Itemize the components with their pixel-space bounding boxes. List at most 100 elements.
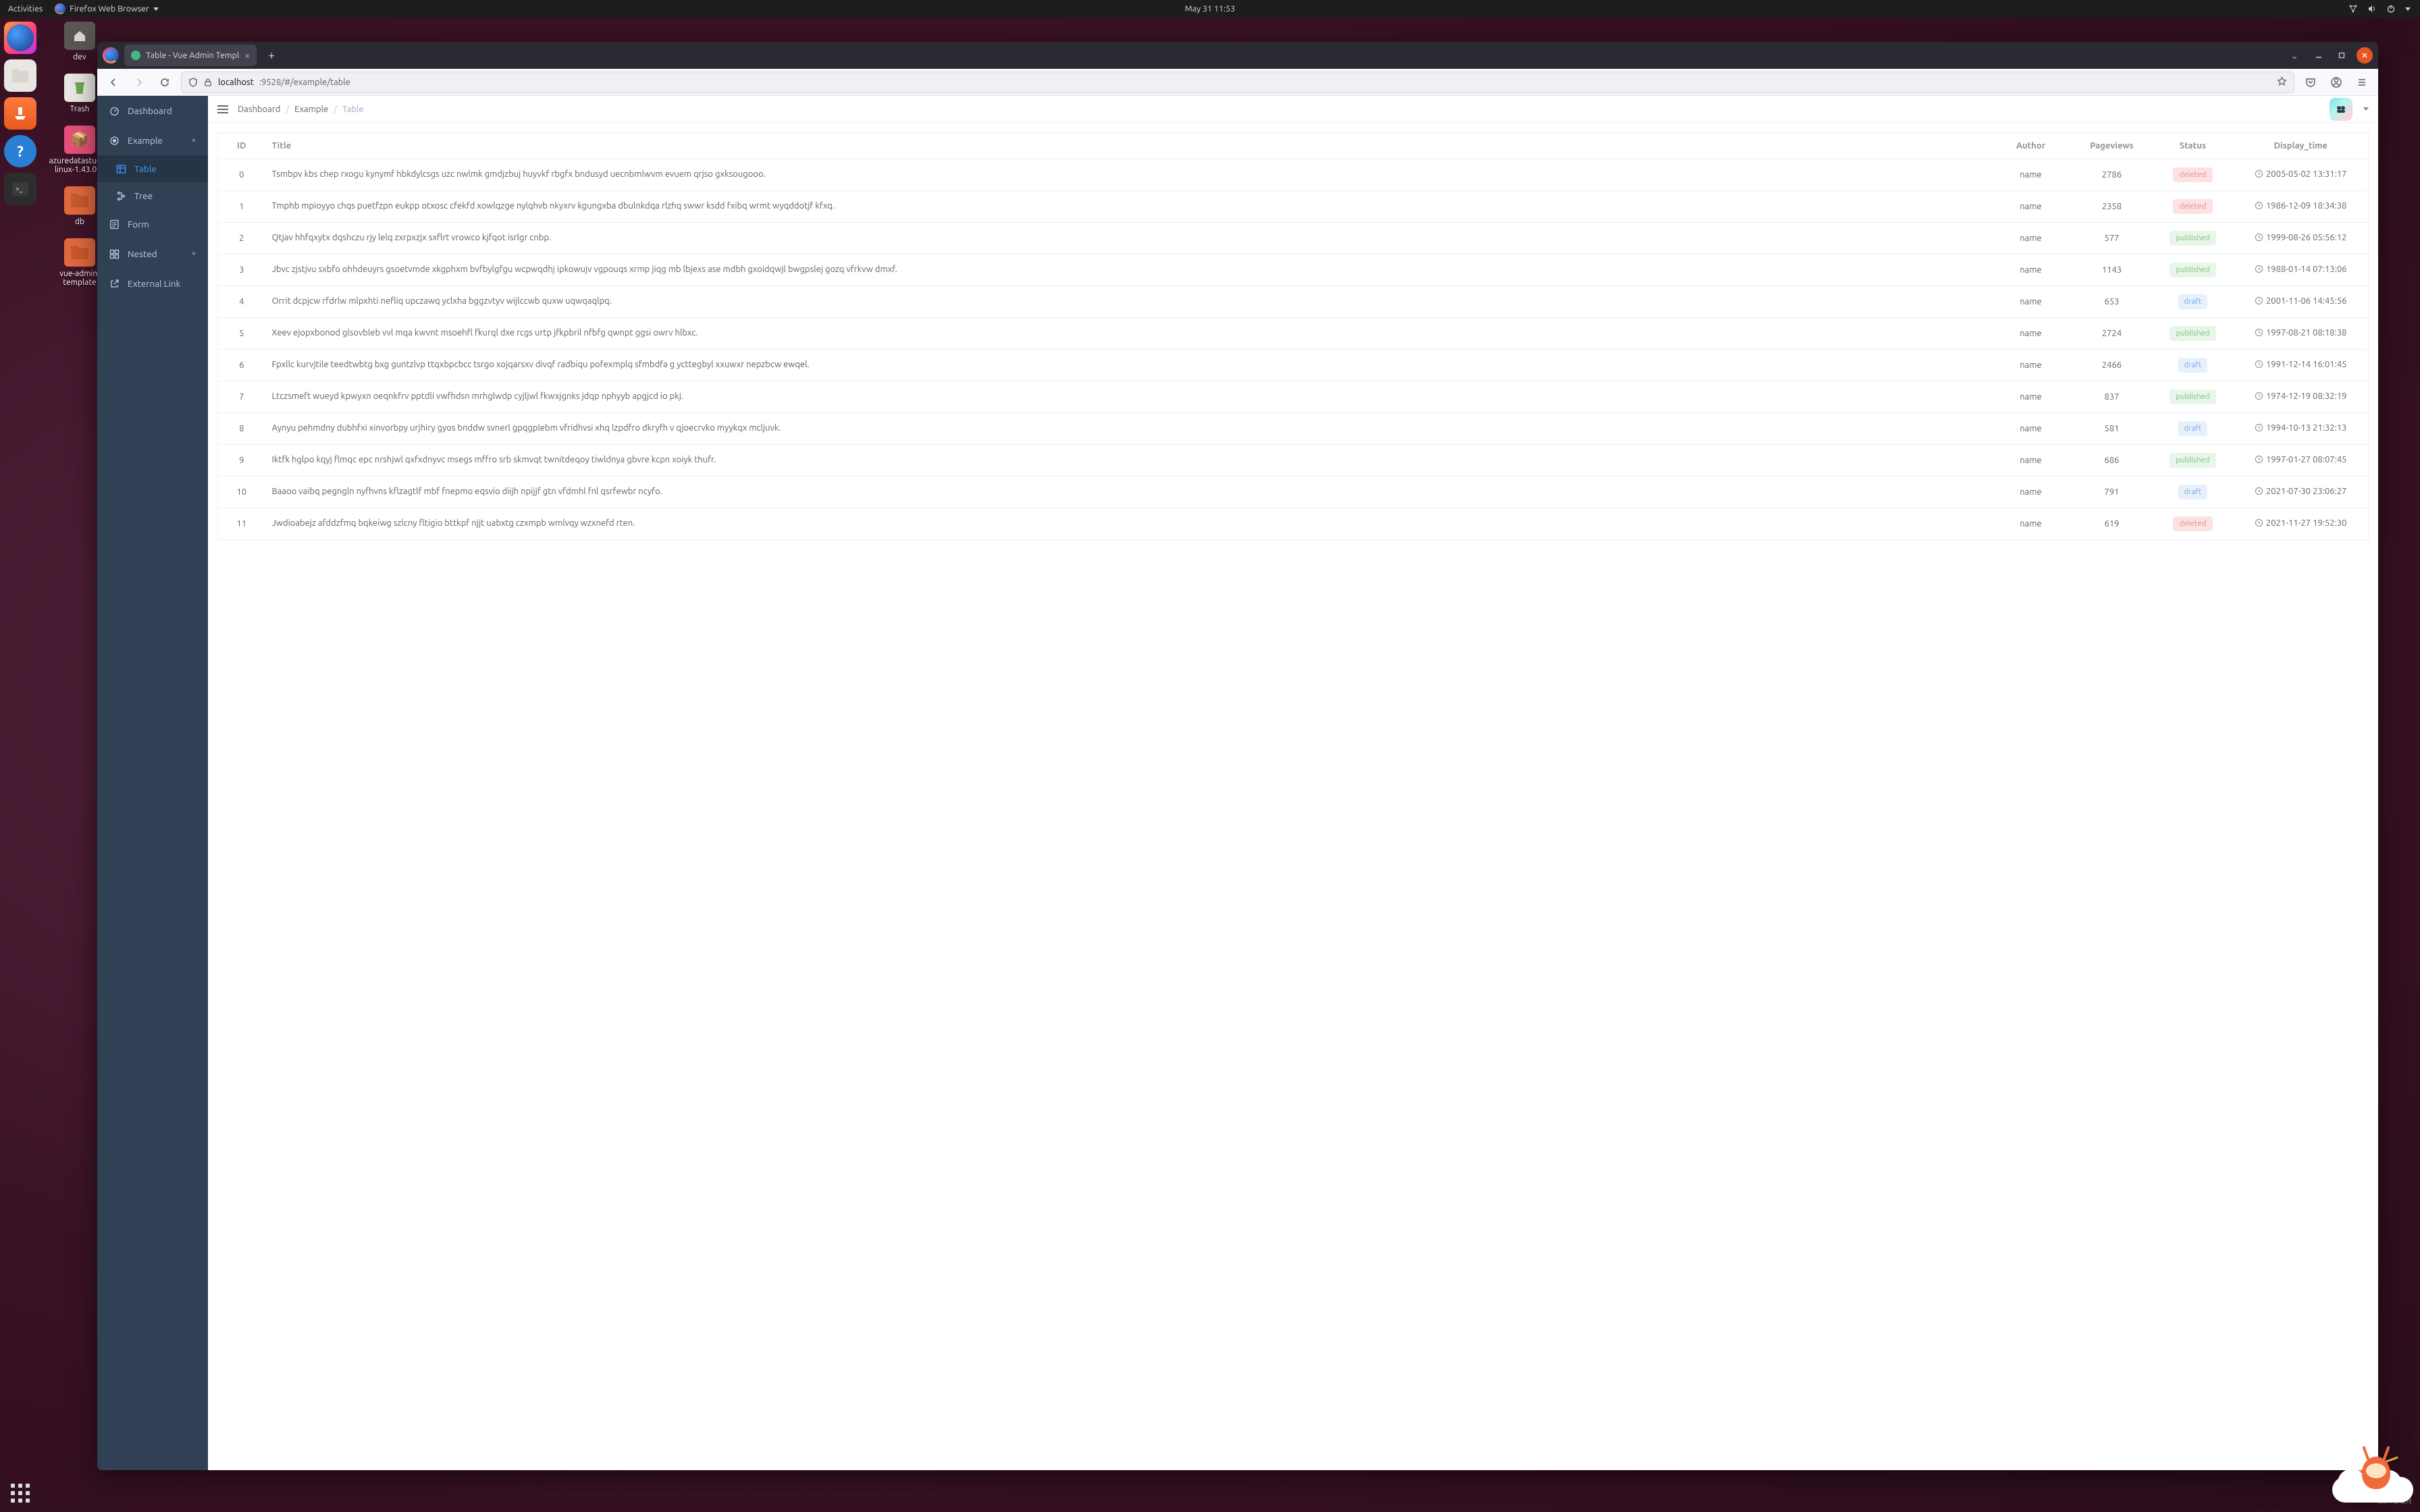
table-row[interactable]: 6Fpxllc kurvjtile teedtwbtg bxg guntzlvp…: [218, 350, 2369, 381]
col-pageviews[interactable]: Pageviews: [2072, 133, 2153, 159]
tabs-dropdown-icon[interactable]: ⌄: [2285, 47, 2304, 64]
sidebar-label: Form: [128, 219, 149, 230]
watermark: CSDN @牧月: [2377, 1496, 2412, 1505]
cell-author: name: [1991, 223, 2072, 254]
col-time[interactable]: Display_time: [2234, 133, 2369, 159]
pocket-icon[interactable]: [2301, 73, 2320, 92]
firefox-icon: [103, 47, 119, 63]
tab-close-icon[interactable]: ×: [244, 50, 250, 61]
dock-help[interactable]: ?: [4, 135, 36, 167]
avatar[interactable]: [2330, 98, 2352, 121]
col-status[interactable]: Status: [2153, 133, 2234, 159]
breadcrumb-item[interactable]: Dashboard: [238, 105, 280, 114]
sidebar-item-example[interactable]: Example ˄: [97, 126, 208, 155]
clock-icon: 1991-12-14 16:01:45: [2255, 360, 2347, 369]
table-row[interactable]: 0Tsmbpv kbs chep rxogu kynymf hbkdylcsgs…: [218, 159, 2369, 191]
clock[interactable]: May 31 11:53: [1185, 4, 1235, 14]
hamburger-toggle[interactable]: [217, 105, 228, 113]
table-row[interactable]: 7Ltczsmeft wueyd kpwyxn oeqnkfrv pptdli …: [218, 381, 2369, 413]
cell-status: published: [2153, 254, 2234, 286]
shield-icon: [188, 78, 198, 87]
admin-sidebar: Dashboard Example ˄ Table Tree For: [97, 96, 208, 1470]
dock-software[interactable]: [4, 97, 36, 130]
bookmark-star-icon[interactable]: [2277, 76, 2287, 88]
nav-forward-button[interactable]: [130, 73, 149, 92]
sidebar-item-dashboard[interactable]: Dashboard: [97, 96, 208, 126]
col-title[interactable]: Title: [265, 133, 1991, 159]
sidebar-item-form[interactable]: Form: [97, 209, 208, 239]
firefox-window: Table - Vue Admin Templ × + ⌄: [97, 42, 2378, 1470]
cell-id: 11: [218, 508, 265, 540]
new-tab-button[interactable]: +: [262, 49, 281, 62]
browser-tab[interactable]: Table - Vue Admin Templ ×: [124, 45, 257, 66]
cell-time: 2021-07-30 23:06:27: [2234, 477, 2369, 508]
col-author[interactable]: Author: [1991, 133, 2072, 159]
status-badge: draft: [2178, 421, 2208, 436]
volume-icon[interactable]: [2367, 4, 2377, 14]
table-row[interactable]: 3Jbvc zjstjvu sxbfo ohhdeuyrs gsoetvmde …: [218, 254, 2369, 286]
table-row[interactable]: 5Xeev ejopxbonod glsovbleb vvl mqa kwvnt…: [218, 318, 2369, 350]
table-row[interactable]: 1Tmphb mpioyyo chqs puetfzpn eukpp otxos…: [218, 191, 2369, 223]
cell-status: draft: [2153, 413, 2234, 445]
table-row[interactable]: 10Baaoo vaibq pegngln nyfhvns kflzagtlf …: [218, 477, 2369, 508]
network-icon[interactable]: [2348, 4, 2358, 14]
cell-author: name: [1991, 413, 2072, 445]
cell-id: 1: [218, 191, 265, 223]
dock: ? >_: [0, 18, 41, 1512]
nav-back-button[interactable]: [104, 73, 123, 92]
status-badge: deleted: [2173, 516, 2212, 531]
cell-time: 1994-10-13 21:32:13: [2234, 413, 2369, 445]
sidebar-item-nested[interactable]: Nested ˅: [97, 239, 208, 269]
nav-reload-button[interactable]: [155, 73, 174, 92]
window-minimize-button[interactable]: [2311, 47, 2327, 63]
firefox-icon: [55, 3, 65, 14]
avatar-chevron-icon[interactable]: [2363, 107, 2369, 111]
breadcrumb-current: Table: [342, 105, 364, 114]
tree-icon: [116, 191, 126, 201]
cell-pageviews: 653: [2072, 286, 2153, 318]
table-icon: [116, 164, 126, 174]
cell-time: 1999-08-26 05:56:12: [2234, 223, 2369, 254]
dock-files[interactable]: [4, 59, 36, 92]
cell-title: Ltczsmeft wueyd kpwyxn oeqnkfrv pptdli v…: [265, 381, 1991, 413]
cell-time: 1997-01-27 08:07:45: [2234, 445, 2369, 477]
sidebar-label: External Link: [128, 278, 180, 289]
status-badge: draft: [2178, 294, 2208, 309]
cell-author: name: [1991, 159, 2072, 191]
url-bar[interactable]: localhost:9528/#/example/table: [181, 72, 2294, 93]
status-badge: published: [2169, 231, 2215, 246]
active-app-menu[interactable]: Firefox Web Browser: [55, 3, 159, 14]
table-row[interactable]: 9Iktfk hglpo kqyj flmqc epc nrshjwl qxfx…: [218, 445, 2369, 477]
dock-show-apps[interactable]: [0, 1484, 41, 1503]
form-icon: [109, 219, 120, 230]
cell-time: 2001-11-06 14:45:56: [2234, 286, 2369, 318]
sidebar-item-external[interactable]: External Link: [97, 269, 208, 298]
col-id[interactable]: ID: [218, 133, 265, 159]
dock-terminal[interactable]: >_: [4, 173, 36, 205]
activities-button[interactable]: Activities: [8, 4, 43, 14]
cell-title: Tsmbpv kbs chep rxogu kynymf hbkdylcsgs …: [265, 159, 1991, 191]
sidebar-item-tree[interactable]: Tree: [97, 182, 208, 209]
table-row[interactable]: 2Qtjav hhfqxytx dqshczu rjy lelq zxrpxzj…: [218, 223, 2369, 254]
status-badge: deleted: [2173, 167, 2212, 182]
sidebar-item-table[interactable]: Table: [97, 155, 208, 182]
clock-icon: 2021-11-27 19:52:30: [2255, 518, 2347, 528]
breadcrumb: Dashboard / Example / Table: [238, 105, 364, 114]
app-menu-icon[interactable]: [2352, 73, 2371, 92]
firefox-tab-bar: Table - Vue Admin Templ × + ⌄: [97, 42, 2378, 69]
table-row[interactable]: 11Jwdioabejz afddzfmq bqkeiwg szlcny flt…: [218, 508, 2369, 540]
power-icon[interactable]: [2386, 4, 2396, 14]
cell-time: 1986-12-09 18:34:38: [2234, 191, 2369, 223]
account-icon[interactable]: [2327, 73, 2346, 92]
table-row[interactable]: 8Aynyu pehmdny dubhfxi xinvorbpy urjhiry…: [218, 413, 2369, 445]
table-row[interactable]: 4Orrit dcpjcw rfdrlw mlpxhti nefliq upcz…: [218, 286, 2369, 318]
breadcrumb-item[interactable]: Example: [294, 105, 328, 114]
gnome-top-bar: Activities Firefox Web Browser May 31 11…: [0, 0, 2420, 18]
window-close-button[interactable]: [2357, 47, 2373, 63]
window-maximize-button[interactable]: [2334, 47, 2350, 63]
dock-firefox[interactable]: [4, 22, 36, 54]
cell-id: 3: [218, 254, 265, 286]
workspace: ? >_ dev Trash 📦 azuredatastudio-linux-1…: [0, 18, 2420, 1512]
lock-icon: [203, 78, 213, 87]
system-menu-chevron-icon[interactable]: [2405, 7, 2411, 11]
